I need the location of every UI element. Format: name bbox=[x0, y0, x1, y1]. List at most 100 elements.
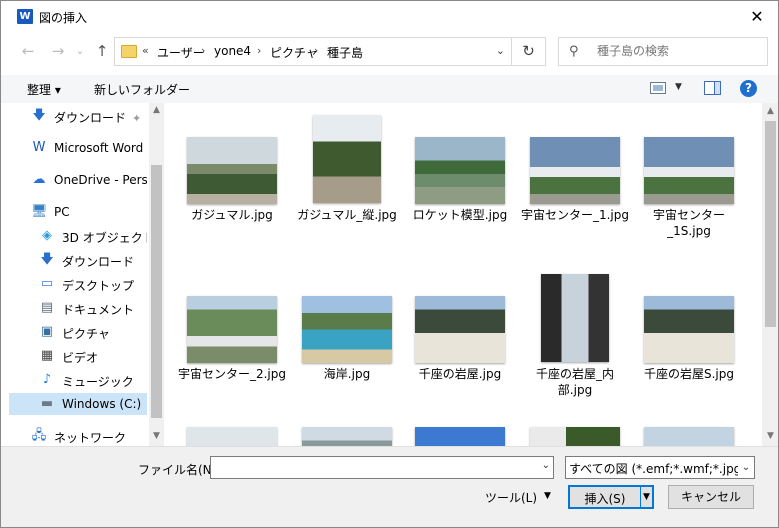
sidebar-item-label: ピクチャ bbox=[62, 327, 110, 341]
sidebar-item-label: ダウンロード bbox=[54, 111, 127, 125]
file-tile[interactable]: ガジュマル_縦.jpg bbox=[292, 109, 402, 239]
chevron-down-icon[interactable]: ⌄ bbox=[542, 460, 550, 471]
address-history-chevron-down-icon[interactable]: ⌄ bbox=[496, 44, 505, 57]
help-icon[interactable]: ? bbox=[740, 80, 757, 97]
image-thumbnail[interactable] bbox=[541, 274, 609, 362]
folder-icon bbox=[121, 45, 137, 58]
scrollbar-thumb[interactable] bbox=[765, 121, 776, 327]
navigation-pane-scrollbar[interactable]: ▲ ▼ bbox=[149, 103, 164, 446]
file-tile[interactable] bbox=[292, 399, 402, 446]
sidebar-item[interactable]: ☁ OneDrive - Personal bbox=[9, 169, 148, 191]
file-tile[interactable]: 千座の岩屋_内部.jpg bbox=[520, 268, 630, 398]
image-thumbnail[interactable] bbox=[415, 427, 505, 446]
sidebar-item-label: ドキュメント bbox=[62, 303, 135, 317]
word-app-icon: W bbox=[17, 9, 33, 24]
file-tile[interactable]: 宇宙センター_1.jpg bbox=[520, 109, 630, 239]
file-tile[interactable] bbox=[177, 399, 287, 446]
sidebar-item[interactable]: W Microsoft Word bbox=[9, 137, 147, 159]
file-tile[interactable] bbox=[405, 399, 515, 446]
forward-button[interactable]: → bbox=[49, 42, 67, 60]
file-tile[interactable]: ロケット模型.jpg bbox=[405, 109, 515, 239]
back-button[interactable]: ← bbox=[19, 42, 37, 60]
file-tile[interactable]: 宇宙センター_2.jpg bbox=[177, 268, 287, 398]
image-thumbnail[interactable] bbox=[530, 137, 620, 204]
file-type-value: すべての図 (*.emf;*.wmf;*.jpg;*.jp bbox=[569, 462, 755, 476]
scroll-down-icon[interactable]: ▼ bbox=[763, 431, 778, 441]
image-thumbnail[interactable] bbox=[302, 296, 392, 363]
sidebar-item[interactable]: ▬ Windows (C:) bbox=[9, 393, 147, 415]
search-box[interactable]: ⚲ bbox=[558, 37, 768, 66]
breadcrumb-yone4[interactable]: yone4 bbox=[214, 44, 251, 58]
sidebar-item[interactable]: ▣ ピクチャ bbox=[9, 321, 147, 343]
scrollbar-thumb[interactable] bbox=[151, 165, 162, 418]
breadcrumb-separator[interactable]: › bbox=[201, 44, 205, 57]
file-tile[interactable]: 千座の岩屋S.jpg bbox=[634, 268, 744, 398]
sidebar-item[interactable]: ♪ ミュージック bbox=[9, 369, 147, 391]
breadcrumb-separator[interactable]: › bbox=[314, 44, 318, 57]
cancel-button[interactable]: キャンセル bbox=[668, 485, 754, 509]
insert-picture-dialog: W 図の挿入 ✕ ← → ⌄ ↑ « ユーザー › yone4 › ピクチャ ›… bbox=[0, 0, 779, 528]
file-tile[interactable]: 海岸.jpg bbox=[292, 268, 402, 398]
preview-pane-icon[interactable] bbox=[704, 81, 721, 95]
sidebar-item[interactable]: 🖥 PC bbox=[9, 201, 147, 223]
sidebar-item-label: OneDrive - Personal bbox=[54, 173, 147, 187]
sidebar-item[interactable]: ▭ デスクトップ bbox=[9, 273, 147, 295]
image-thumbnail[interactable] bbox=[302, 427, 392, 446]
breadcrumb-users[interactable]: ユーザー bbox=[157, 44, 205, 61]
scroll-up-icon[interactable]: ▲ bbox=[149, 105, 164, 115]
desktop-icon: ▭ bbox=[40, 276, 54, 291]
sidebar-item[interactable]: 🡇 ダウンロード bbox=[9, 249, 147, 271]
download-icon: 🡇 bbox=[40, 252, 54, 267]
search-input[interactable] bbox=[597, 44, 757, 58]
address-bar[interactable]: « ユーザー › yone4 › ピクチャ › 種子島 ⌄ bbox=[114, 37, 512, 66]
sidebar-item[interactable]: ◈ 3D オブジェクト bbox=[9, 225, 147, 247]
file-name-label: ガジュマル_縦.jpg bbox=[297, 208, 397, 222]
file-name-label: 海岸.jpg bbox=[323, 367, 371, 381]
image-thumbnail[interactable] bbox=[187, 427, 277, 446]
view-options-chevron-down-icon[interactable]: ▼ bbox=[675, 82, 682, 92]
recent-locations-button[interactable]: ⌄ bbox=[71, 42, 89, 60]
new-folder-button[interactable]: 新しいフォルダー bbox=[94, 81, 190, 98]
insert-button-label[interactable]: 挿入(S) bbox=[570, 490, 640, 507]
image-thumbnail[interactable] bbox=[644, 137, 734, 204]
up-button[interactable]: ↑ bbox=[93, 42, 111, 60]
address-overflow[interactable]: « bbox=[142, 44, 149, 57]
image-thumbnail[interactable] bbox=[415, 296, 505, 363]
file-type-select[interactable]: すべての図 (*.emf;*.wmf;*.jpg;*.jp ⌄ bbox=[565, 456, 755, 479]
filename-combobox[interactable]: ⌄ bbox=[210, 456, 554, 479]
refresh-button[interactable]: ↻ bbox=[512, 37, 546, 66]
chevron-down-icon[interactable]: ⌄ bbox=[738, 457, 754, 478]
close-button[interactable]: ✕ bbox=[734, 1, 778, 32]
file-tile[interactable]: 千座の岩屋.jpg bbox=[405, 268, 515, 398]
image-thumbnail[interactable] bbox=[644, 296, 734, 363]
view-options-icon[interactable] bbox=[650, 82, 666, 94]
image-thumbnail[interactable] bbox=[313, 115, 381, 203]
pictures-icon: ▣ bbox=[40, 324, 54, 339]
file-tile[interactable] bbox=[520, 399, 630, 446]
file-tile[interactable]: 宇宙センター_1S.jpg bbox=[634, 109, 744, 239]
file-list-scrollbar[interactable]: ▲ ▼ bbox=[762, 103, 778, 446]
sidebar-item[interactable]: ▤ ドキュメント bbox=[9, 297, 147, 319]
image-thumbnail[interactable] bbox=[187, 137, 277, 204]
file-tile[interactable]: ガジュマル.jpg bbox=[177, 109, 287, 239]
scroll-up-icon[interactable]: ▲ bbox=[763, 106, 778, 116]
insert-options-chevron-down-icon[interactable]: ▼ bbox=[640, 487, 652, 507]
image-thumbnail[interactable] bbox=[415, 137, 505, 204]
sidebar-item[interactable]: 🖧 ネットワーク bbox=[9, 425, 147, 446]
breadcrumb-tanegashima[interactable]: 種子島 bbox=[327, 44, 363, 61]
file-name-label: 宇宙センター_1S.jpg bbox=[652, 208, 725, 238]
tools-chevron-down-icon[interactable]: ▼ bbox=[544, 491, 551, 501]
tools-button[interactable]: ツール(L) bbox=[485, 489, 537, 506]
insert-button[interactable]: 挿入(S) ▼ bbox=[568, 485, 654, 509]
scroll-down-icon[interactable]: ▼ bbox=[149, 431, 164, 441]
breadcrumb-separator[interactable]: › bbox=[257, 44, 261, 57]
sidebar-item[interactable]: ▦ ビデオ bbox=[9, 345, 147, 367]
sidebar-item[interactable]: 🡇 ダウンロード bbox=[9, 105, 147, 127]
file-tile[interactable] bbox=[634, 399, 744, 446]
image-thumbnail[interactable] bbox=[530, 427, 620, 446]
image-thumbnail[interactable] bbox=[187, 296, 277, 363]
filename-input[interactable] bbox=[213, 459, 531, 473]
image-thumbnail[interactable] bbox=[644, 427, 734, 446]
organize-button[interactable]: 整理 ▾ bbox=[27, 81, 61, 98]
breadcrumb-pictures[interactable]: ピクチャ bbox=[270, 44, 318, 61]
